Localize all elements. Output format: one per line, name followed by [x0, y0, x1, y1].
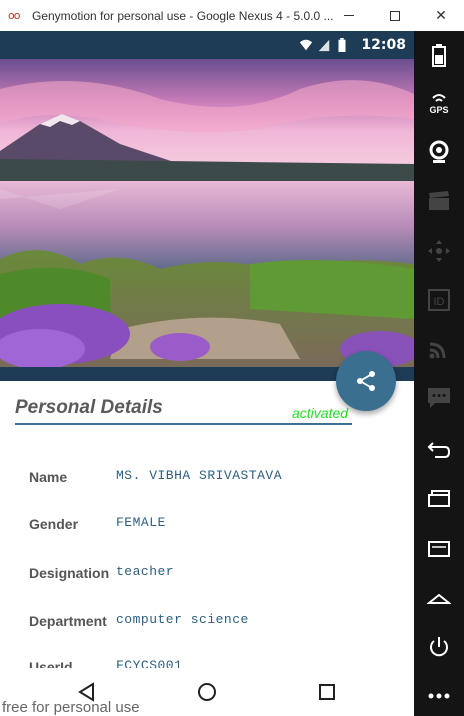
gps-icon: GPS: [429, 94, 449, 115]
nav-home-button[interactable]: [187, 676, 227, 708]
maximize-icon: [390, 10, 400, 21]
sms-widget-button[interactable]: [414, 378, 464, 418]
minimize-button[interactable]: [326, 0, 372, 31]
window-controls: ✕: [326, 0, 464, 31]
recents-icon: [319, 684, 335, 700]
battery-icon: [338, 38, 346, 52]
hero-landscape-image: [0, 59, 414, 367]
status-time: 12:08: [361, 37, 406, 53]
minimize-icon: [344, 15, 354, 16]
capture-widget-button[interactable]: [414, 181, 464, 221]
gps-label: GPS: [429, 105, 448, 115]
maximize-button[interactable]: [372, 0, 418, 31]
detail-value: FCYCS001: [116, 658, 183, 668]
home-key-button[interactable]: [414, 578, 464, 618]
genymotion-logo-icon: oo: [8, 9, 20, 22]
window-title: Genymotion for personal use - Google Nex…: [32, 8, 334, 23]
device-screen: 12:08 Personal Details activated Name MS…: [0, 31, 414, 668]
recent-apps-key-button[interactable]: [414, 479, 464, 519]
detail-row-gender: Gender FEMALE: [29, 515, 409, 540]
dpad-widget-button[interactable]: [414, 231, 464, 271]
genymotion-window: oo Genymotion for personal use - Google …: [0, 0, 464, 716]
sms-icon: [428, 388, 450, 408]
battery-icon: [432, 44, 446, 67]
webcam-widget-button[interactable]: [414, 132, 464, 172]
detail-label: Name: [29, 469, 68, 485]
menu-icon: [428, 541, 450, 557]
recent-apps-icon: [428, 490, 450, 507]
detail-row-userid: UserId FCYCS001: [29, 658, 409, 668]
dpad-icon: [428, 240, 450, 262]
detail-value: FEMALE: [116, 515, 166, 530]
cast-icon: [429, 342, 446, 359]
back-icon: [427, 442, 451, 458]
back-key-button[interactable]: [414, 430, 464, 470]
more-icon: [428, 693, 450, 699]
home-icon: [427, 593, 451, 604]
wifi-icon: [300, 39, 313, 51]
battery-widget-button[interactable]: [414, 35, 464, 75]
cast-widget-button[interactable]: [414, 329, 464, 369]
status-activated: activated: [292, 405, 349, 421]
section-title: Personal Details: [15, 397, 163, 418]
share-icon: [357, 371, 375, 391]
share-fab-button[interactable]: [336, 351, 396, 411]
detail-label: Designation: [29, 565, 110, 581]
close-button[interactable]: ✕: [418, 0, 464, 31]
detail-label: Department: [29, 613, 107, 629]
detail-label: UserId: [29, 659, 73, 668]
signal-icon: [319, 39, 330, 52]
detail-value: teacher: [116, 564, 175, 579]
power-key-button[interactable]: [414, 627, 464, 667]
close-icon: ✕: [435, 7, 447, 24]
id-label: ID: [434, 296, 445, 308]
genymotion-toolbar: GPS ID: [414, 31, 464, 716]
detail-label: Gender: [29, 516, 79, 532]
detail-value: MS. VIBHA SRIVASTAVA: [116, 468, 283, 483]
detail-row-designation: Designation teacher: [29, 564, 409, 589]
menu-key-button[interactable]: [414, 529, 464, 569]
status-icons: 12:08: [299, 31, 406, 59]
watermark-text: free for personal use: [2, 699, 140, 716]
id-icon: ID: [428, 289, 450, 311]
clapperboard-icon: [429, 191, 449, 210]
more-options-button[interactable]: [414, 676, 464, 716]
device-id-widget-button[interactable]: ID: [414, 280, 464, 320]
webcam-icon: [429, 140, 449, 163]
window-titlebar: oo Genymotion for personal use - Google …: [0, 0, 464, 31]
detail-value: computer science: [116, 612, 249, 627]
gps-widget-button[interactable]: GPS: [414, 83, 464, 123]
android-status-bar: 12:08: [0, 31, 414, 59]
title-underline: [15, 423, 352, 425]
home-icon: [198, 683, 216, 701]
detail-row-department: Department computer science: [29, 612, 409, 637]
detail-row-name: Name MS. VIBHA SRIVASTAVA: [29, 468, 409, 493]
nav-recents-button[interactable]: [307, 676, 347, 708]
power-icon: [430, 637, 448, 657]
